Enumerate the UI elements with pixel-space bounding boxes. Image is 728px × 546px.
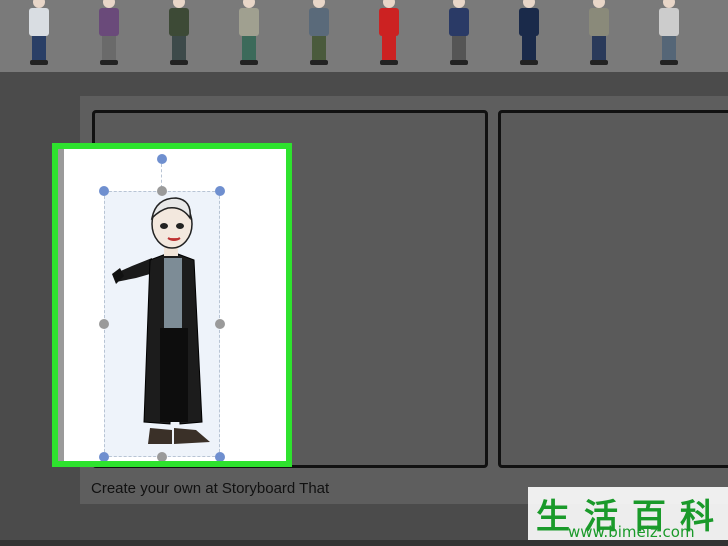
watermark-url: www.bimeiz.com (568, 523, 695, 541)
character-library-strip (0, 0, 728, 72)
character-thumbnail[interactable] (512, 0, 546, 68)
character-thumbnail[interactable] (22, 0, 56, 68)
storyboard-caption: Create your own at Storyboard That (91, 480, 330, 497)
character-thumbnail[interactable] (232, 0, 266, 68)
storyboard-cell-2[interactable] (498, 110, 728, 468)
highlight-box (52, 143, 292, 467)
character-thumbnail[interactable] (302, 0, 336, 68)
character-thumbnail[interactable] (372, 0, 406, 68)
character-thumbnail[interactable] (92, 0, 126, 68)
character-thumbnail[interactable] (582, 0, 616, 68)
bottom-bar (0, 540, 728, 546)
watermark: 生活百科 www.bimeiz.com (528, 487, 728, 546)
character-thumbnail[interactable] (442, 0, 476, 68)
character-thumbnail[interactable] (652, 0, 686, 68)
character-thumbnail[interactable] (162, 0, 196, 68)
